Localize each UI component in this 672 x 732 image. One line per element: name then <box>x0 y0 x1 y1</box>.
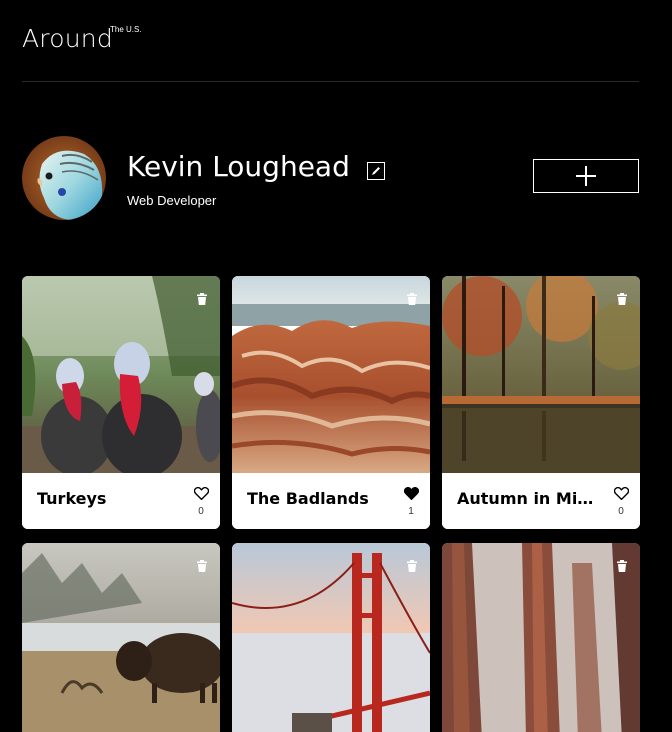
heart-icon[interactable] <box>613 486 629 501</box>
edit-profile-button[interactable] <box>367 162 385 180</box>
logo: Around <box>22 24 113 53</box>
card-image[interactable] <box>232 543 430 732</box>
card-footer: The Badlands 1 <box>232 473 430 529</box>
trash-icon[interactable] <box>616 293 628 305</box>
card-footer: Turkeys 0 <box>22 473 220 529</box>
like-count: 0 <box>618 506 624 517</box>
like-button[interactable]: 0 <box>612 486 630 517</box>
card-image[interactable] <box>22 543 220 732</box>
card-image[interactable] <box>442 543 640 732</box>
place-card[interactable]: The Badlands 1 <box>232 276 430 529</box>
like-button[interactable]: 0 <box>192 486 210 517</box>
like-count: 1 <box>408 506 414 517</box>
place-card[interactable]: Autumn in Michigan 0 <box>442 276 640 529</box>
trash-icon[interactable] <box>406 560 418 572</box>
place-card[interactable] <box>442 543 640 732</box>
plus-icon <box>576 166 596 186</box>
place-card[interactable] <box>232 543 430 732</box>
header: Around The U.S. <box>22 24 142 64</box>
trash-icon[interactable] <box>196 293 208 305</box>
avatar[interactable] <box>22 136 106 220</box>
card-image[interactable] <box>442 276 640 473</box>
header-divider <box>22 81 639 82</box>
trash-icon[interactable] <box>406 293 418 305</box>
pencil-icon <box>372 167 380 175</box>
card-footer: Autumn in Michigan 0 <box>442 473 640 529</box>
trash-icon[interactable] <box>616 560 628 572</box>
heart-icon[interactable] <box>193 486 209 501</box>
profile-name: Kevin Loughead <box>127 150 350 183</box>
place-card[interactable]: Turkeys 0 <box>22 276 220 529</box>
card-title: Turkeys <box>37 489 107 508</box>
like-button[interactable]: 1 <box>402 486 420 517</box>
card-title: The Badlands <box>247 489 369 508</box>
logo-subtitle: The U.S. <box>110 25 142 34</box>
card-title: Autumn in Michigan <box>457 489 597 508</box>
heart-filled-icon[interactable] <box>403 486 419 501</box>
like-count: 0 <box>198 506 204 517</box>
add-place-button[interactable] <box>533 159 639 193</box>
place-card[interactable] <box>22 543 220 732</box>
profile-role: Web Developer <box>127 193 217 208</box>
card-image[interactable] <box>22 276 220 473</box>
card-image[interactable] <box>232 276 430 473</box>
avatar-image <box>22 136 106 220</box>
trash-icon[interactable] <box>196 560 208 572</box>
